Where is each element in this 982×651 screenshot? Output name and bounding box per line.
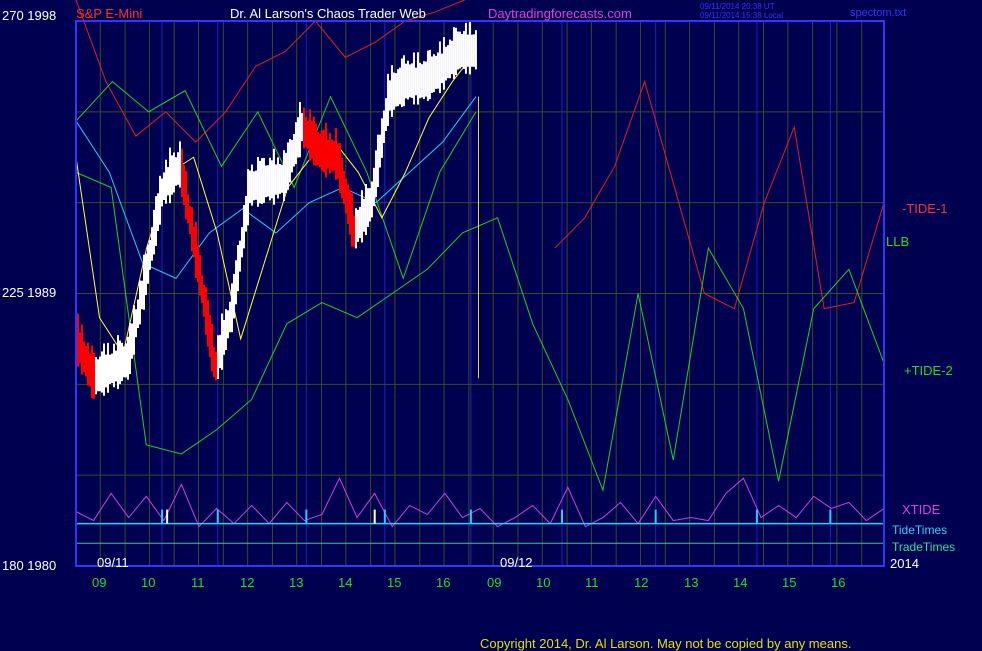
data-file-label: spectom.txt [850,7,907,19]
llb-label: LLB [886,234,910,249]
copyright-footer: Copyright 2014, Dr. Al Larson. May not b… [480,636,852,651]
x-tick-label: 11 [585,575,599,590]
x-tick-label: 16 [436,575,451,590]
tidetimes-label: TideTimes [892,523,948,537]
timestamp-ut: 09/11/2014 20:38 UT [700,2,775,11]
tide1-label: -TIDE-1 [902,201,948,216]
x-tick-label: 13 [289,575,304,590]
left-axis-mid-label: 225 1989 [2,285,57,300]
x-tick-label: 14 [733,575,748,590]
x-tick-label: 15 [782,575,797,590]
tradetimes-label: TradeTimes [892,540,956,554]
xtide-label: XTIDE [902,502,941,517]
x-tick-label: 10 [536,575,551,590]
timestamp-local: 09/11/2014 15:38 Local [700,11,784,20]
x-tick-label: 13 [684,575,699,590]
x-tick-label: 11 [191,575,205,590]
year-label: 2014 [890,556,919,571]
x-tick-label: 10 [141,575,156,590]
x-tick-label: 14 [338,575,353,590]
x-tick-label: 12 [240,575,255,590]
author-title: Dr. Al Larson's Chaos Trader Web [230,6,426,21]
x-tick-label: 09 [487,575,502,590]
symbol-title: S&P E-Mini [76,6,143,21]
plot-background [0,0,982,650]
x-tick-label: 12 [634,575,649,590]
site-title: Daytradingforecasts.com [488,6,632,21]
left-axis-bottom-label: 180 1980 [2,558,57,573]
left-axis-top-label: 270 1998 [2,8,57,23]
x-tick-label: 15 [387,575,402,590]
chart-canvas [0,0,982,650]
x-tick-label: 09 [92,575,107,590]
tide2-label: +TIDE-2 [904,363,953,378]
date-label-second: 09/12 [500,555,533,570]
date-label-first: 09/11 [97,555,129,570]
x-tick-label: 16 [831,575,846,590]
